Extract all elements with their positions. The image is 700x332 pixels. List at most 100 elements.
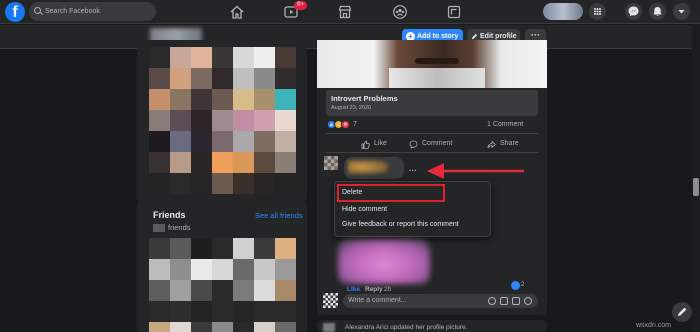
mosaic-tile — [212, 301, 233, 322]
home-icon[interactable] — [229, 4, 245, 20]
mosaic-tile — [275, 259, 296, 280]
mosaic-tile — [254, 152, 275, 173]
reaction-icons[interactable]: ▲ ☺ ♥ — [327, 120, 353, 130]
divider — [326, 133, 538, 134]
mosaic-tile — [212, 173, 233, 194]
post-link-image[interactable] — [317, 40, 547, 88]
sticker-icon[interactable] — [524, 297, 532, 305]
mosaic-tile — [149, 280, 170, 301]
search-input[interactable]: Search Facebook — [29, 2, 156, 21]
facebook-logo[interactable]: f — [5, 2, 25, 22]
mosaic-tile — [149, 173, 170, 194]
menu-item-hide-comment[interactable]: Hide comment — [342, 206, 387, 213]
pencil-icon — [471, 33, 478, 40]
write-comment-input[interactable]: Write a comment... — [343, 294, 538, 308]
mosaic-tile — [149, 89, 170, 110]
comment-reply-link[interactable]: Reply — [365, 286, 383, 293]
watermark: wsxdn.com — [636, 322, 672, 329]
mosaic-tile — [170, 238, 191, 259]
search-icon — [34, 7, 41, 14]
groups-icon[interactable] — [392, 4, 408, 20]
mosaic-tile — [212, 47, 233, 68]
mosaic-tile — [275, 301, 296, 322]
mosaic-tile — [233, 68, 254, 89]
comment-timestamp[interactable]: 2h — [384, 286, 391, 293]
mosaic-tile — [275, 68, 296, 89]
mosaic-tile — [149, 131, 170, 152]
next-post-avatar[interactable] — [323, 323, 335, 332]
camera-icon[interactable] — [500, 297, 508, 305]
mosaic-tile — [233, 301, 254, 322]
menu-item-report[interactable]: Give feedback or report this comment — [342, 221, 459, 228]
mosaic-tile — [149, 238, 170, 259]
mosaic-tile — [233, 173, 254, 194]
mosaic-tile — [191, 131, 212, 152]
mosaic-tile — [191, 238, 212, 259]
mosaic-tile — [275, 152, 296, 173]
mosaic-tile — [149, 301, 170, 322]
mosaic-tile — [191, 173, 212, 194]
link-title[interactable]: Introvert Problems — [331, 94, 398, 103]
mosaic-tile — [191, 280, 212, 301]
mosaic-tile — [233, 259, 254, 280]
commenter-avatar[interactable] — [324, 156, 338, 170]
compose-icon — [678, 307, 687, 316]
mosaic-tile — [233, 238, 254, 259]
mosaic-tile — [254, 322, 275, 332]
mosaic-tile — [170, 322, 191, 332]
mosaic-tile — [170, 89, 191, 110]
mosaic-tile — [170, 110, 191, 131]
mosaic-tile — [212, 89, 233, 110]
friends-title: Friends — [153, 210, 186, 220]
love-reaction-icon: ♥ — [341, 120, 350, 129]
gaming-icon[interactable] — [446, 4, 462, 20]
mosaic-tile — [149, 259, 170, 280]
reaction-count[interactable]: 7 — [353, 121, 357, 128]
notification-badge: 9+ — [294, 1, 307, 10]
mosaic-tile — [233, 89, 254, 110]
mosaic-tile — [191, 47, 212, 68]
mosaic-tile — [233, 280, 254, 301]
mosaic-tile — [191, 68, 212, 89]
new-message-button[interactable] — [672, 302, 692, 322]
like-button[interactable]: Like — [361, 137, 387, 151]
emoji-icon[interactable] — [488, 297, 496, 305]
comment-like-count: 2 — [521, 282, 525, 288]
mosaic-tile — [275, 173, 296, 194]
comment-count[interactable]: 1 Comment — [487, 121, 523, 128]
mosaic-tile — [254, 68, 275, 89]
comment-button[interactable]: Comment — [409, 137, 452, 151]
gif-icon[interactable] — [512, 297, 520, 305]
mosaic-tile — [170, 173, 191, 194]
share-button[interactable]: Share — [487, 137, 519, 151]
comment-label: Comment — [422, 140, 453, 147]
menu-item-delete[interactable]: Delete — [342, 189, 362, 196]
caret-down-icon[interactable] — [673, 3, 690, 20]
add-to-story-label: Add to story — [417, 33, 459, 40]
comment-like-icon — [511, 281, 520, 290]
my-avatar[interactable] — [323, 293, 338, 308]
menu-grid-icon[interactable] — [589, 3, 606, 20]
mosaic-tile — [254, 110, 275, 131]
mosaic-tile — [275, 89, 296, 110]
mosaic-tile — [254, 173, 275, 194]
like-label: Like — [374, 140, 387, 147]
mosaic-tile — [170, 301, 191, 322]
scrollbar-thumb[interactable] — [693, 178, 699, 196]
see-all-friends-link[interactable]: See all friends — [255, 211, 303, 220]
bell-icon[interactable] — [649, 3, 666, 20]
mosaic-tile — [191, 301, 212, 322]
annotation-arrow — [427, 163, 524, 179]
mosaic-tile — [170, 47, 191, 68]
mosaic-tile — [275, 280, 296, 301]
comment-like-link[interactable]: Like — [347, 286, 360, 293]
mosaic-tile — [254, 131, 275, 152]
comment-more-button[interactable]: ··· — [409, 166, 417, 175]
edit-profile-label: Edit profile — [480, 33, 517, 40]
next-post-header: Alexandra Arici updated her profile pict… — [345, 324, 468, 331]
mosaic-tile — [149, 68, 170, 89]
messenger-icon[interactable] — [625, 3, 642, 20]
profile-shortcut[interactable] — [543, 3, 583, 20]
share-icon — [487, 140, 496, 149]
marketplace-icon[interactable] — [337, 4, 353, 20]
